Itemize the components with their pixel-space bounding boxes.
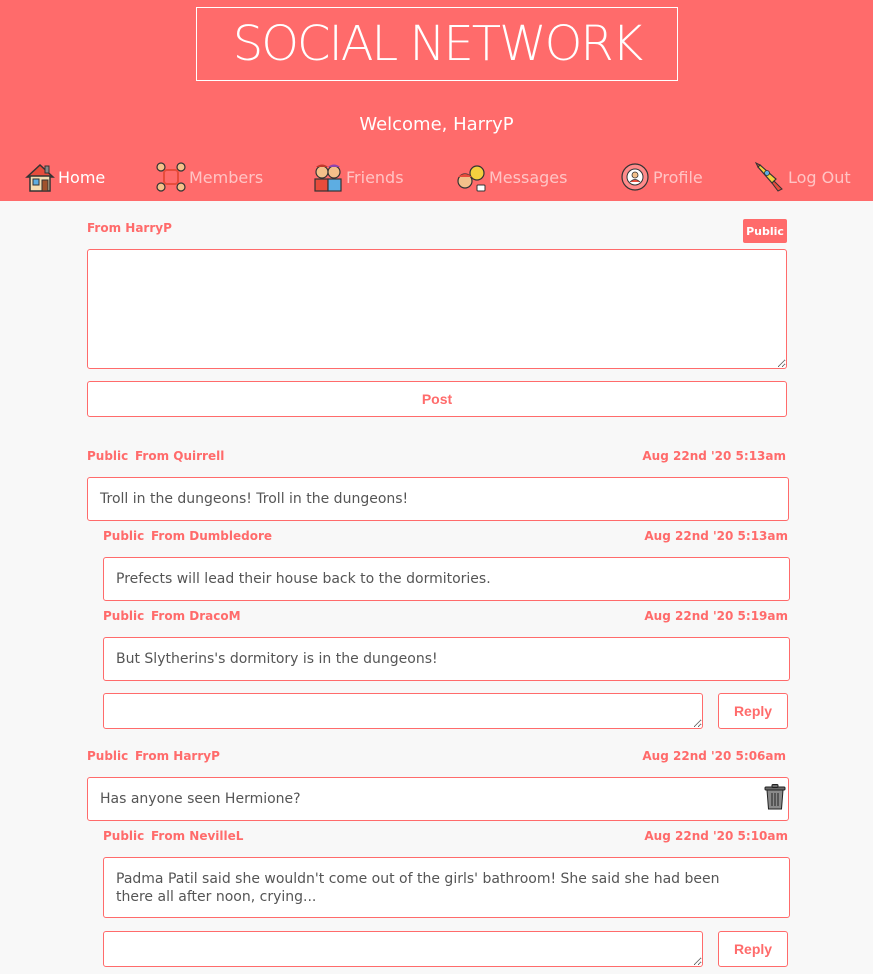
- reply-text: Prefects will lead their house back to t…: [116, 571, 491, 587]
- reply-message: Padma Patil said she wouldn't come out o…: [103, 857, 790, 918]
- nav-profile[interactable]: Profile: [619, 160, 703, 194]
- post-visibility: Public: [87, 749, 129, 763]
- nav-members[interactable]: Members: [155, 160, 263, 194]
- reply-visibility: Public: [103, 609, 145, 623]
- nav-friends-label: Friends: [346, 167, 404, 187]
- post-visibility: Public: [87, 449, 129, 463]
- nav-friends[interactable]: Friends: [312, 160, 404, 194]
- header: SOCIAL NETWORK Welcome, HarryP Home Memb…: [0, 0, 873, 201]
- post-message: Has anyone seen Hermione?: [87, 777, 789, 821]
- reply-message: Prefects will lead their house back to t…: [103, 557, 790, 601]
- reply-text: Padma Patil said she wouldn't come out o…: [116, 870, 720, 905]
- reply-date: Aug 22nd '20 5:10am: [644, 829, 788, 843]
- nav-logout[interactable]: Log Out: [754, 160, 851, 194]
- compose-textarea[interactable]: [87, 249, 787, 369]
- reply-visibility: Public: [103, 529, 145, 543]
- reply-message: But Slytherins's dormitory is in the dun…: [103, 637, 790, 681]
- nav-home-label: Home: [58, 167, 106, 187]
- reply-author: From DracoM: [151, 609, 241, 623]
- reply-date: Aug 22nd '20 5:13am: [644, 529, 788, 543]
- post-button[interactable]: Post: [87, 381, 787, 417]
- visibility-toggle-button[interactable]: Public: [743, 219, 787, 243]
- trash-icon[interactable]: [764, 784, 786, 810]
- reply-author: From NevilleL: [151, 829, 244, 843]
- post-date: Aug 22nd '20 5:13am: [642, 449, 786, 463]
- reply-input[interactable]: [103, 931, 703, 967]
- members-icon: [156, 162, 186, 192]
- friends-icon: [314, 164, 342, 192]
- post-author: From Quirrell: [135, 449, 225, 463]
- reply-button[interactable]: Reply: [718, 693, 788, 729]
- post-message: Troll in the dungeons! Troll in the dung…: [87, 477, 789, 521]
- reply-input[interactable]: [103, 693, 703, 729]
- nav-logout-label: Log Out: [788, 167, 851, 187]
- nav-profile-label: Profile: [653, 167, 703, 187]
- post-text: Has anyone seen Hermione?: [100, 791, 301, 807]
- nav-messages[interactable]: Messages: [455, 160, 567, 194]
- logo: SOCIAL NETWORK: [196, 7, 678, 81]
- nav-home[interactable]: Home: [24, 160, 105, 194]
- reply-text: But Slytherins's dormitory is in the dun…: [116, 651, 438, 667]
- nav-members-label: Members: [189, 167, 264, 187]
- reply-visibility: Public: [103, 829, 145, 843]
- post-author: From HarryP: [135, 749, 220, 763]
- house-icon: [25, 163, 55, 192]
- logo-text: SOCIAL NETWORK: [232, 16, 643, 72]
- post-text: Troll in the dungeons! Troll in the dung…: [100, 491, 409, 507]
- welcome-message: Welcome, HarryP: [359, 114, 514, 135]
- profile-icon: [621, 163, 649, 191]
- compose-from: From HarryP: [87, 221, 172, 235]
- post-date: Aug 22nd '20 5:06am: [642, 749, 786, 763]
- reply-author: From Dumbledore: [151, 529, 273, 543]
- messages-icon: [457, 165, 486, 192]
- nav-messages-label: Messages: [489, 167, 568, 187]
- rocket-icon: [754, 161, 783, 192]
- reply-button[interactable]: Reply: [718, 931, 788, 967]
- reply-date: Aug 22nd '20 5:19am: [644, 609, 788, 623]
